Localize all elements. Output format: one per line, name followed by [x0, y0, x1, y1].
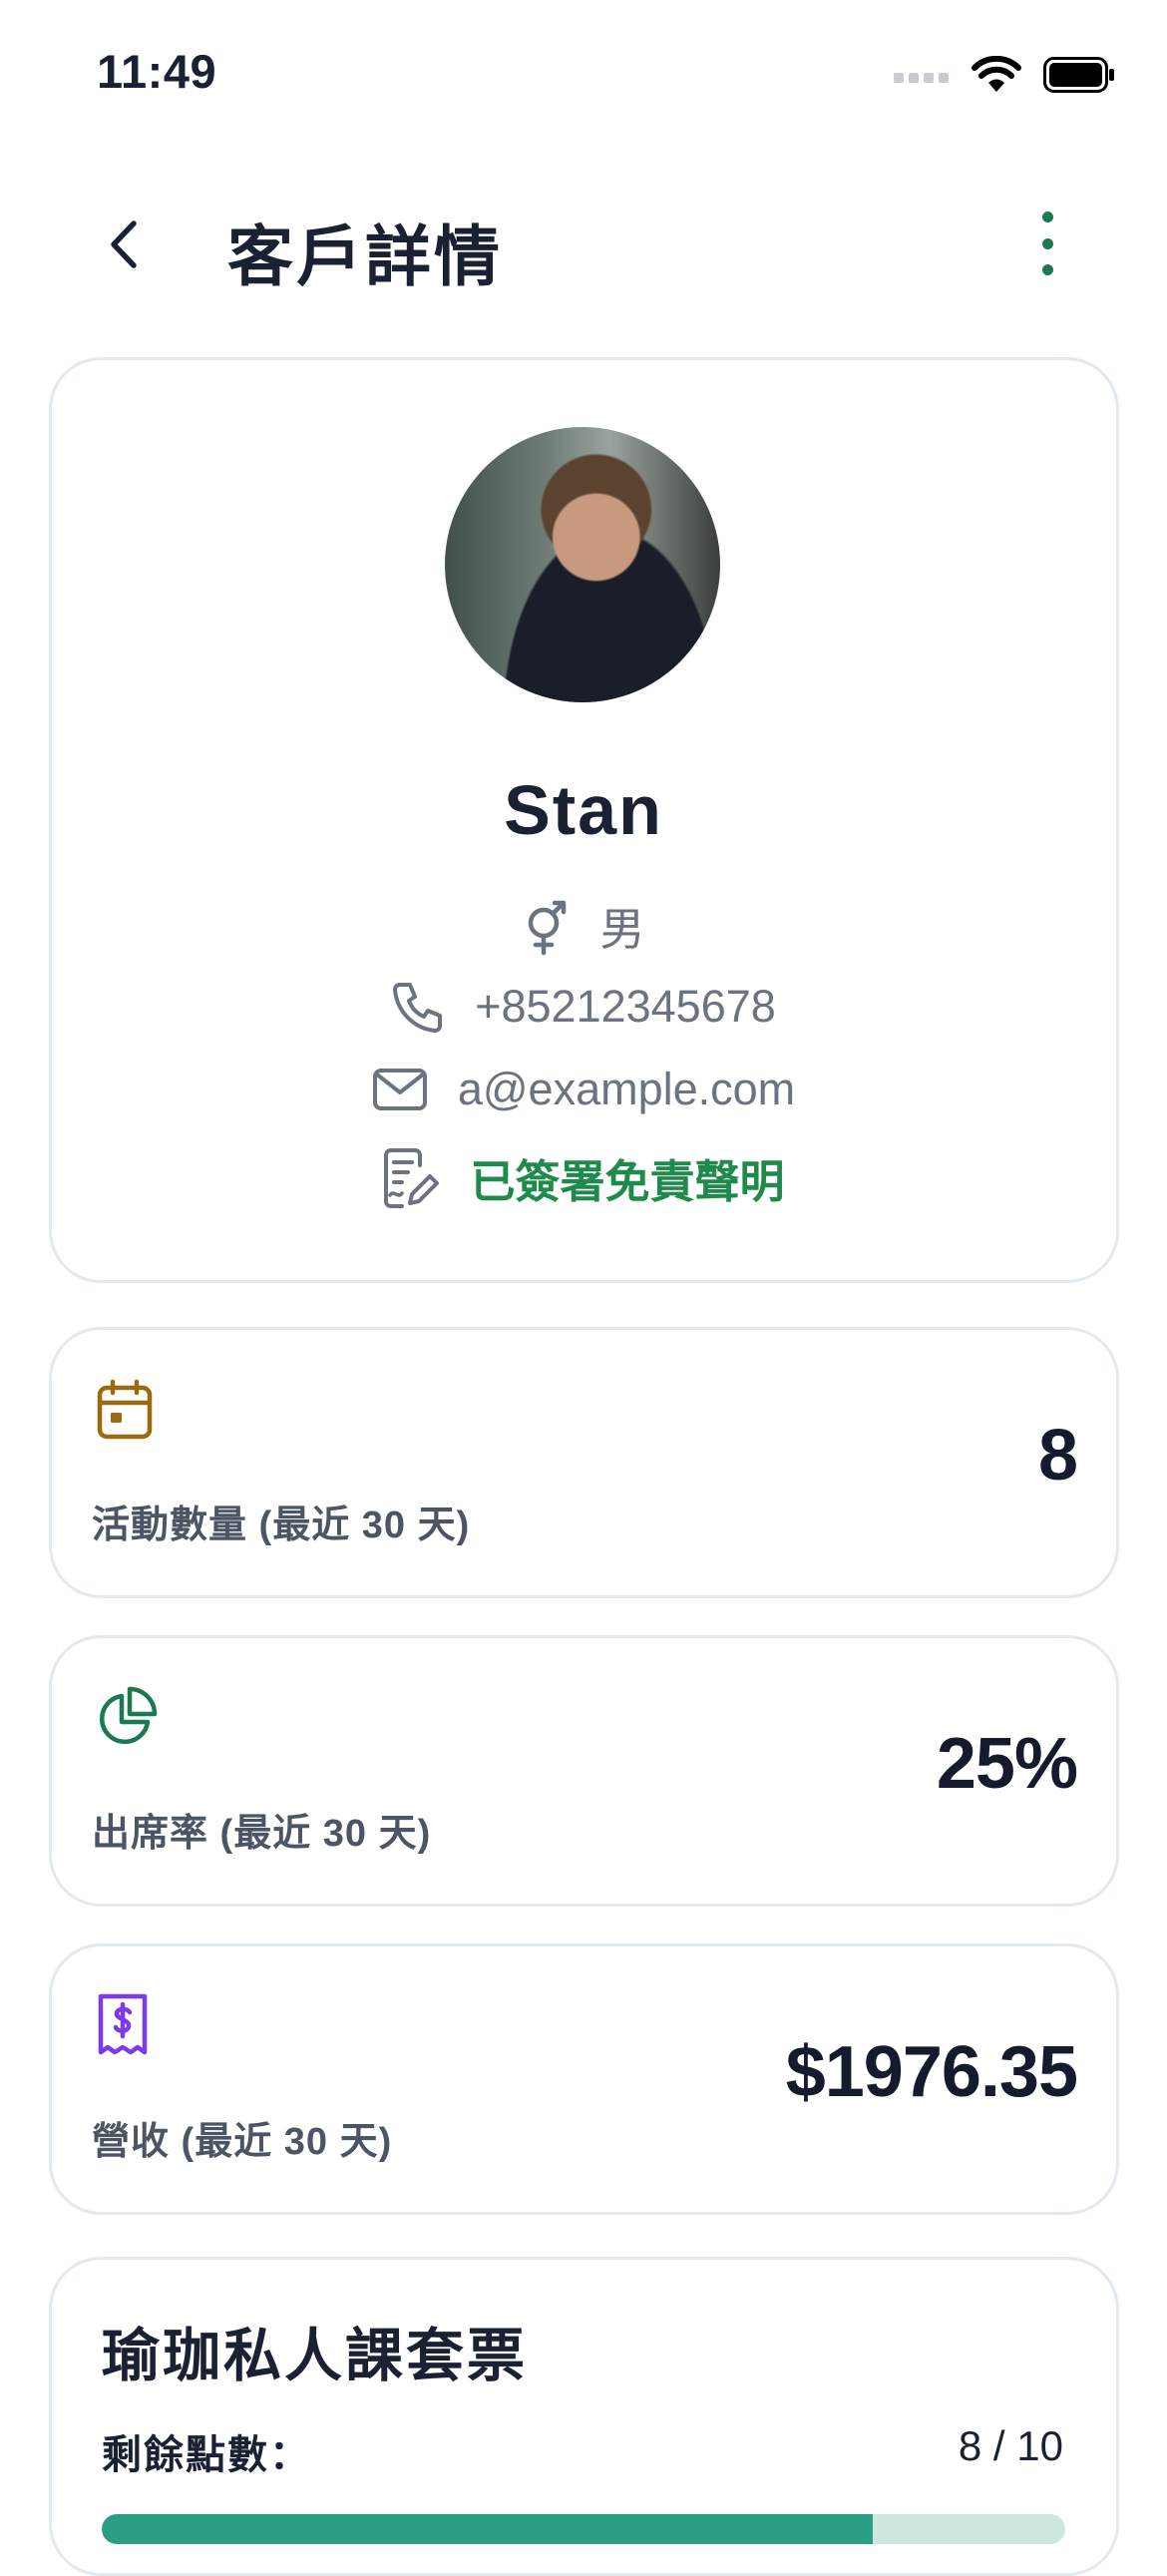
- phone-row[interactable]: +85212345678: [0, 980, 1167, 1034]
- phone-icon: [391, 980, 445, 1034]
- page-title: 客戶詳情: [227, 219, 503, 293]
- chevron-left-icon: [111, 220, 137, 268]
- back-button[interactable]: [96, 210, 150, 279]
- remaining-points-progress: [102, 2514, 1065, 2544]
- activity-count-card[interactable]: [49, 1327, 1119, 1598]
- stat-label: 出席率 (最近 30 天): [92, 1813, 432, 1855]
- phone-text: +85212345678: [475, 981, 776, 1032]
- more-dot-icon: [1041, 237, 1053, 249]
- remaining-points-value: 8 / 10: [958, 2422, 1063, 2469]
- avatar: [445, 427, 720, 702]
- status-icons: [894, 56, 1115, 94]
- gender-text: 男: [599, 904, 645, 955]
- email-text: a@example.com: [457, 1064, 796, 1114]
- cellular-signal-icon: [894, 73, 949, 83]
- receipt-icon: [96, 1992, 150, 2063]
- package-title: 瑜珈私人課套票: [102, 2324, 529, 2388]
- status-time: 11:49: [97, 45, 217, 98]
- stat-value: 8: [1037, 1416, 1078, 1496]
- more-dot-icon: [1041, 212, 1053, 222]
- stat-label: 活動數量 (最近 30 天): [92, 1504, 471, 1546]
- gender-row: 男: [0, 893, 1167, 958]
- client-name: Stan: [504, 771, 663, 849]
- email-row[interactable]: a@example.com: [0, 1064, 1167, 1115]
- pie-chart-icon: [96, 1686, 158, 1753]
- battery-icon: [1043, 57, 1114, 93]
- stat-value: 25%: [936, 1724, 1078, 1804]
- gender-icon: [522, 895, 570, 957]
- waiver-row: 已簽署免責聲明: [0, 1145, 1167, 1210]
- mail-icon: [372, 1068, 428, 1111]
- waiver-status-text: 已簽署免責聲明: [470, 1156, 785, 1207]
- remaining-points-label: 剩餘點數：: [102, 2433, 311, 2477]
- more-options-button[interactable]: [1027, 212, 1067, 275]
- wifi-icon: [972, 56, 1021, 92]
- calendar-icon: [96, 1379, 154, 1446]
- stat-label: 營收 (最近 30 天): [92, 2121, 393, 2163]
- stat-value: $1976.35: [785, 2032, 1078, 2112]
- progress-fill: [102, 2514, 873, 2544]
- signed-document-icon: [382, 1147, 440, 1209]
- more-dot-icon: [1041, 264, 1053, 275]
